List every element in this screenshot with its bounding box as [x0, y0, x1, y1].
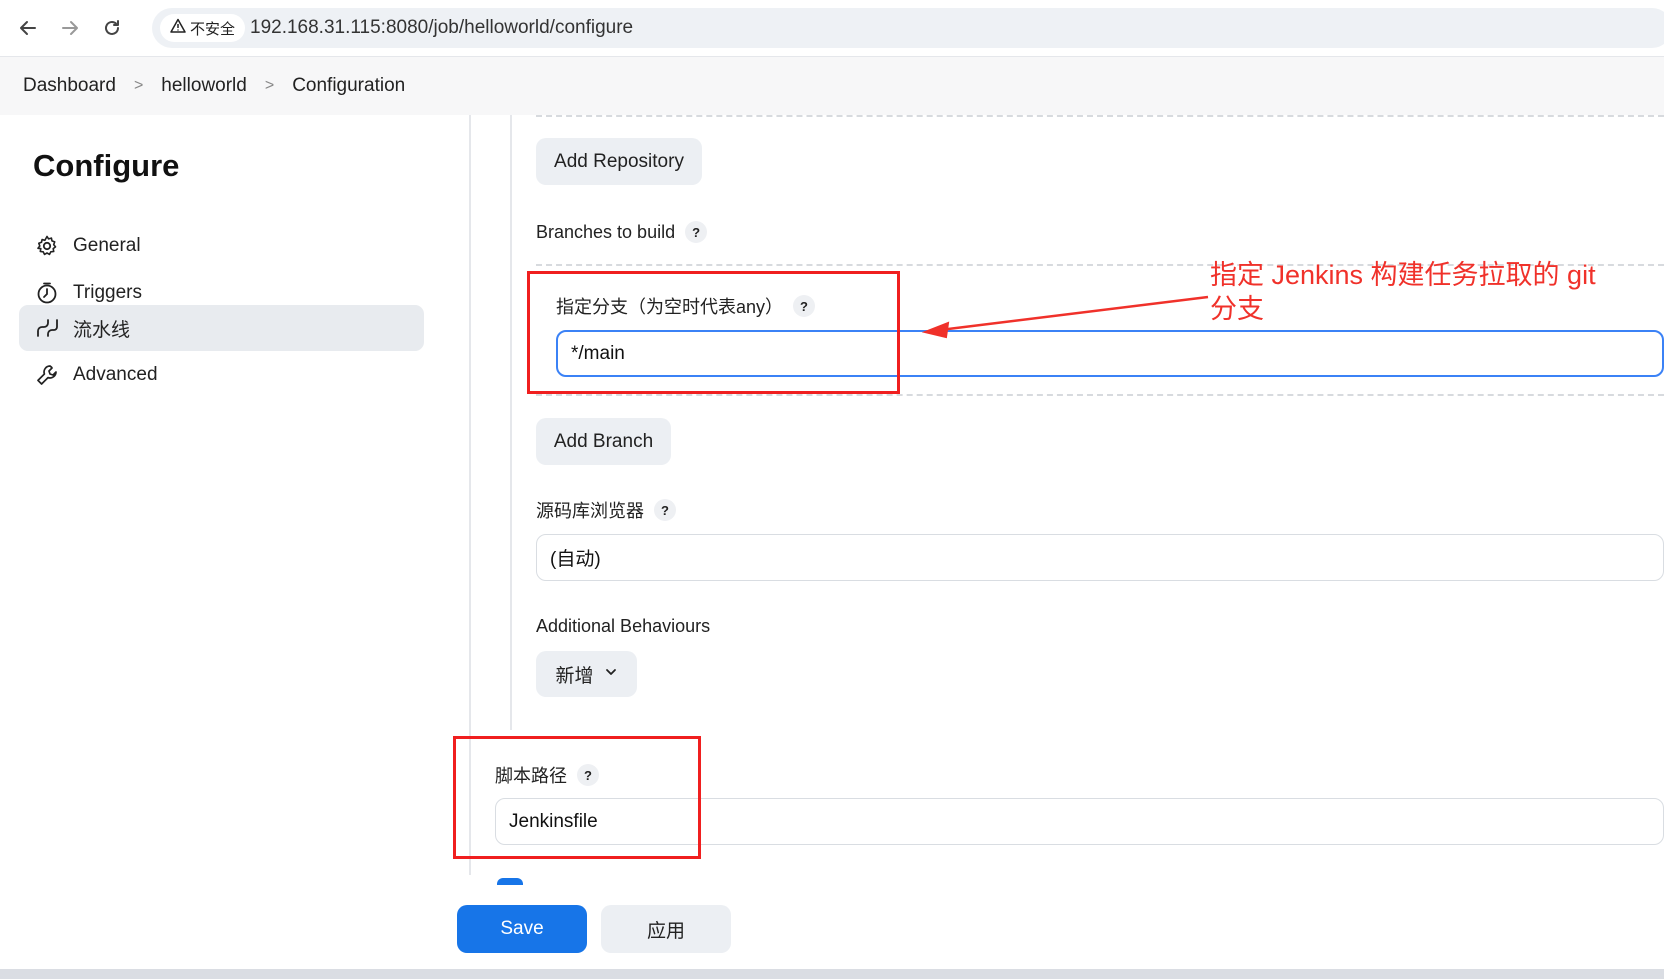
section-divider [510, 115, 512, 730]
reload-icon[interactable] [98, 14, 126, 42]
gear-icon [33, 232, 61, 260]
help-icon[interactable]: ? [685, 221, 708, 243]
add-behaviour-dropdown[interactable]: 新增 [536, 651, 637, 697]
sidebar-item-general[interactable]: General [19, 223, 424, 269]
insecure-label: 不安全 [190, 20, 236, 38]
chevron-right-icon: > [264, 77, 275, 94]
url-text[interactable]: 192.168.31.115:8080/job/helloworld/confi… [250, 17, 633, 39]
additional-behaviours-label: Additional Behaviours [536, 613, 710, 639]
sidebar-item-label: Triggers [73, 282, 142, 303]
page-title: Configure [33, 148, 180, 183]
annotation-text: 指定 Jenkins 构建任务拉取的 git 分支 [1210, 260, 1596, 324]
branches-to-build-text: Branches to build [536, 221, 676, 242]
annotation-box-script-path [453, 736, 701, 859]
breadcrumb-dashboard[interactable]: Dashboard [23, 75, 116, 97]
breadcrumb-configuration[interactable]: Configuration [292, 75, 405, 97]
breadcrumb: Dashboard > helloworld > Configuration [0, 57, 1664, 115]
additional-behaviours-text: Additional Behaviours [536, 615, 711, 636]
save-button[interactable]: Save [457, 905, 587, 953]
sidebar-item-label: 流水线 [73, 319, 131, 341]
add-repository-button[interactable]: Add Repository [536, 138, 702, 185]
repo-browser-select[interactable]: (自动) [536, 534, 1664, 581]
sidebar-item-pipeline[interactable]: 流水线 [19, 305, 424, 351]
branches-to-build-label: Branches to build ? [536, 219, 708, 245]
address-bar[interactable]: 不安全 192.168.31.115:8080/job/helloworld/c… [152, 8, 1664, 48]
insecure-badge[interactable]: 不安全 [160, 14, 246, 42]
annotation-box-branch [527, 271, 900, 394]
dashed-divider [536, 394, 1664, 396]
add-dropdown-label: 新增 [555, 665, 594, 687]
chevron-down-icon [604, 663, 618, 685]
browser-toolbar: 不安全 192.168.31.115:8080/job/helloworld/c… [0, 0, 1664, 57]
warning-icon [170, 18, 186, 38]
sidebar-item-advanced[interactable]: Advanced [19, 352, 424, 398]
add-branch-button[interactable]: Add Branch [536, 418, 671, 465]
pipeline-icon [33, 314, 61, 342]
clock-icon [33, 279, 61, 307]
taskbar-strip [0, 969, 1664, 979]
back-icon[interactable] [14, 14, 42, 42]
dashed-divider [536, 115, 1664, 117]
breadcrumb-helloworld[interactable]: helloworld [161, 75, 247, 97]
repo-browser-label: 源码库浏览器 ? [536, 497, 676, 523]
apply-button[interactable]: 应用 [601, 905, 731, 953]
wrench-icon [33, 361, 61, 389]
sidebar-item-label: General [73, 235, 141, 256]
repo-browser-text: 源码库浏览器 [536, 501, 644, 521]
help-icon[interactable]: ? [654, 499, 676, 521]
forward-icon[interactable] [56, 14, 84, 42]
chevron-right-icon: > [133, 77, 144, 94]
sidebar-item-label: Advanced [73, 364, 158, 385]
